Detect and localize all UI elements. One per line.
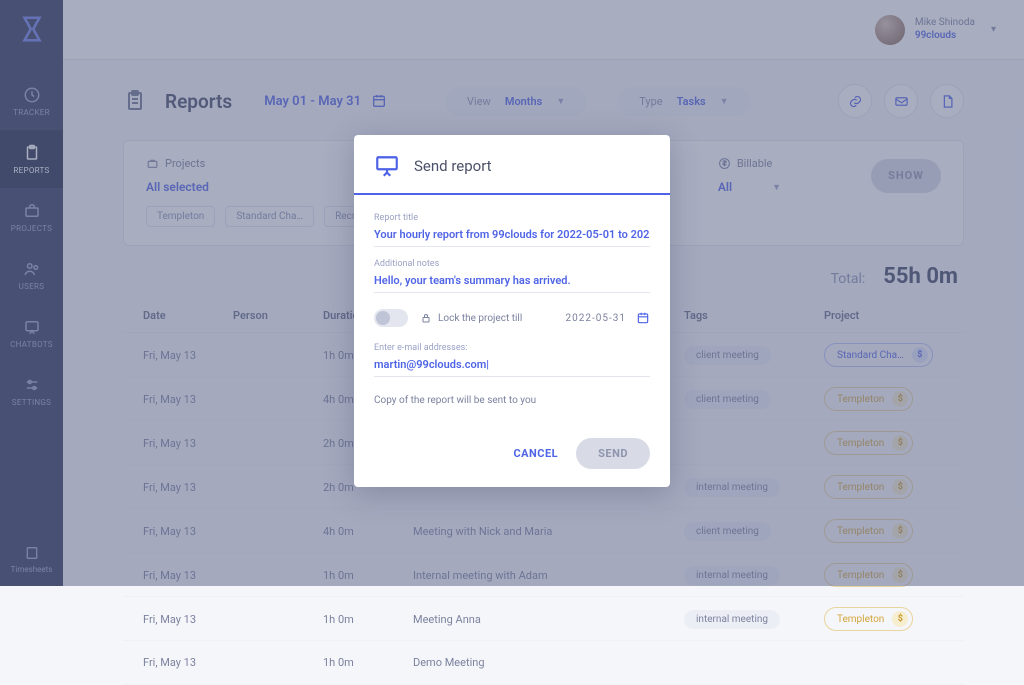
- cell-task: Demo Meeting: [413, 656, 684, 669]
- cell-date: Fri, May 13: [143, 613, 233, 626]
- project-pill[interactable]: Templeton$: [824, 607, 913, 631]
- report-title-input[interactable]: [374, 223, 650, 247]
- lock-label-text: Lock the project till: [438, 313, 522, 324]
- calendar-icon: [636, 311, 650, 325]
- cell-task: Meeting Anna: [413, 613, 684, 626]
- table-row[interactable]: Fri, May 13 1h 0mMeeting Annainternal mee…: [123, 597, 964, 641]
- notes-input[interactable]: [374, 269, 650, 293]
- send-button[interactable]: SEND: [576, 438, 650, 469]
- cancel-button[interactable]: CANCEL: [513, 447, 558, 460]
- cell-tags: internal meeting: [684, 610, 824, 629]
- report-title-label: Report title: [374, 213, 650, 223]
- cell-project: Templeton$: [824, 607, 944, 631]
- presentation-icon: [374, 153, 400, 179]
- lock-toggle[interactable]: [374, 309, 408, 327]
- cell-duration: 1h 0m: [323, 613, 413, 626]
- lock-date-value: 2022-05-31: [566, 313, 627, 324]
- email-label: Enter e-mail addresses:: [374, 343, 650, 353]
- dollar-icon: $: [892, 611, 908, 627]
- copy-note: Copy of the report will be sent to you: [374, 395, 650, 406]
- send-report-modal: Send report Report title Additional note…: [354, 135, 670, 487]
- cell-duration: 1h 0m: [323, 656, 413, 669]
- email-input[interactable]: [374, 353, 650, 377]
- tag-pill: internal meeting: [684, 610, 780, 629]
- modal-title: Send report: [414, 157, 492, 175]
- lock-icon: [420, 312, 432, 324]
- cell-date: Fri, May 13: [143, 656, 233, 669]
- notes-label: Additional notes: [374, 259, 650, 269]
- table-row[interactable]: Fri, May 13 1h 0mDemo Meeting: [123, 641, 964, 685]
- lock-date-picker[interactable]: 2022-05-31: [566, 311, 651, 325]
